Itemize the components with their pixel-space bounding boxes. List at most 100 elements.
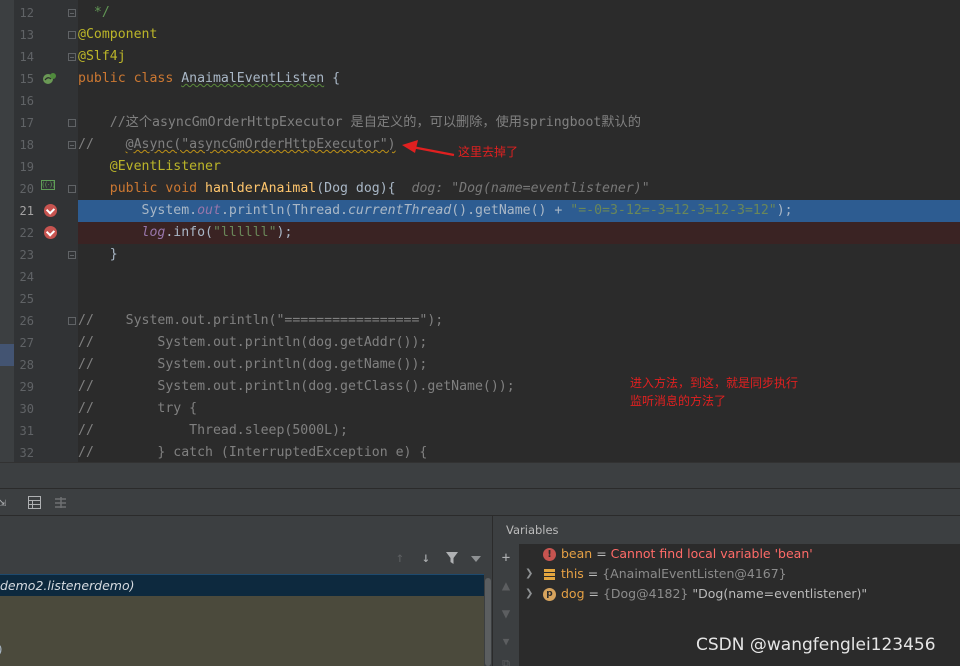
line-number: 16 (19, 94, 34, 108)
line-number: 21 (19, 204, 34, 218)
line-number: 29 (19, 380, 34, 394)
gutter-line: 16 (14, 90, 78, 112)
event-listener-icon[interactable]: ((·)) (41, 180, 55, 190)
method-name: hanlderAnaimal (205, 181, 317, 196)
gutter-line: 20 ((·)) (14, 178, 78, 200)
line-comment: //这个asyncGmOrderHttpExecutor 是自定义的，可以删除，… (109, 115, 641, 130)
inline-debug-value: dog: "Dog(name=eventlistener)" (411, 181, 650, 196)
fold-marker-icon[interactable] (68, 9, 76, 17)
variable-name: this (561, 566, 584, 581)
tool-strip-highlight (0, 344, 14, 366)
line-comment: // (78, 137, 126, 152)
previous-frame-up-icon[interactable]: ↑ (392, 550, 408, 566)
line-number: 32 (19, 446, 34, 460)
code-text: ); (276, 225, 293, 240)
red-arrow-icon (402, 140, 455, 157)
variable-row-this[interactable]: ❯ this = {AnaimalEventListen@4167} (519, 564, 960, 584)
gutter-line: 12 (14, 2, 78, 24)
gutter-line: 14 (14, 46, 78, 68)
move-up-icon[interactable]: ▲ (498, 578, 514, 594)
variables-title: Variables (493, 516, 960, 544)
annotation-slf4j: @Slf4j (78, 49, 126, 64)
fold-marker-icon[interactable] (68, 141, 76, 149)
gutter-line: 32 (14, 442, 78, 462)
code-line[interactable]: //这个asyncGmOrderHttpExecutor 是自定义的，可以删除，… (78, 112, 960, 134)
breakpoint-icon[interactable] (44, 226, 57, 239)
field-icon (544, 569, 555, 580)
static-field: out (197, 203, 221, 218)
variable-reference: {Dog@4182} (602, 586, 689, 601)
code-line[interactable]: public void hanlderAnaimal(Dog dog){ dog… (78, 178, 960, 200)
filter-icon[interactable] (445, 551, 459, 565)
code-line[interactable]: */ (78, 2, 960, 24)
code-line[interactable]: // } catch (InterruptedException e) { (78, 442, 960, 462)
fold-marker-icon[interactable] (68, 119, 76, 127)
gutter-line: 26 (14, 310, 78, 332)
annotation-component: @Component (78, 27, 158, 42)
code-line[interactable]: @Component (78, 24, 960, 46)
move-down-icon[interactable]: ▼ (498, 634, 514, 650)
line-comment: // System.out.println(dog.getName()); (78, 357, 428, 372)
fold-marker-icon[interactable] (68, 251, 76, 259)
string-literal: "llllll" (213, 225, 277, 240)
code-line[interactable]: // Thread.sleep(5000L); (78, 420, 960, 442)
error-icon: ! (543, 548, 556, 561)
breakpoint-icon[interactable] (44, 204, 57, 217)
code-line[interactable]: // System.out.println(dog.getAddr()); (78, 332, 960, 354)
frames-toolbar: ↑ ↓ (0, 516, 492, 574)
variable-row-dog[interactable]: ❯ p dog = {Dog@4182} "Dog(name=eventlist… (519, 584, 960, 604)
code-line[interactable]: @EventListener (78, 156, 960, 178)
expand-chevron-icon[interactable]: ❯ (525, 584, 535, 604)
trace-stream-icon[interactable] (54, 496, 67, 509)
line-number: 26 (19, 314, 34, 328)
frames-list[interactable]: ) (0, 596, 484, 666)
evaluate-expression-icon[interactable] (28, 496, 41, 509)
step-out-icon[interactable]: ⇲ (0, 496, 9, 509)
code-text: .println(Thread. (220, 203, 348, 218)
duplicate-watch-icon[interactable]: ⧉ (498, 656, 514, 666)
current-execution-line[interactable]: System.out.println(Thread.currentThread(… (78, 200, 960, 222)
code-line[interactable]: // try { (78, 398, 960, 420)
expand-chevron-icon[interactable]: ❯ (525, 564, 535, 584)
line-number: 22 (19, 226, 34, 240)
move-down-icon[interactable]: ▼ (498, 606, 514, 622)
line-comment: // System.out.println(dog.getAddr()); (78, 335, 428, 350)
editor-gutter[interactable]: 12 13 14 15 16 17 18 19 20 ((·)) 21 22 23… (14, 0, 78, 462)
selected-frame-row[interactable]: demo2.listenerdemo) (0, 574, 484, 596)
frames-scrollbar[interactable] (484, 574, 492, 666)
fold-marker-icon[interactable] (68, 185, 76, 193)
breakpoint-line[interactable]: log.info("llllll"); (78, 222, 960, 244)
code-text: ); (776, 203, 793, 218)
scrollbar-thumb[interactable] (485, 578, 491, 666)
code-line[interactable]: // System.out.println("=================… (78, 310, 960, 332)
fold-marker-icon[interactable] (68, 317, 76, 325)
code-line[interactable]: // System.out.println(dog.getName()); (78, 354, 960, 376)
fold-marker-icon[interactable] (68, 31, 76, 39)
gutter-line: 30 (14, 398, 78, 420)
line-number: 23 (19, 248, 34, 262)
debug-toolbar: ⇲ (0, 488, 960, 516)
variable-reference: {AnaimalEventListen@4167} (602, 566, 787, 581)
variable-row-bean[interactable]: ! bean = Cannot find local variable 'bea… (519, 544, 960, 564)
gutter-line: 17 (14, 112, 78, 134)
gutter-line: 18 (14, 134, 78, 156)
add-watch-icon[interactable]: + (498, 550, 514, 566)
spring-bean-icon[interactable] (42, 71, 57, 86)
chevron-down-icon[interactable] (471, 556, 481, 562)
gutter-line: 21 (14, 200, 78, 222)
frame-location: demo2.listenerdemo) (0, 578, 135, 593)
line-number: 14 (19, 50, 34, 64)
variable-name: bean (561, 546, 593, 561)
code-line[interactable]: } (78, 244, 960, 266)
debug-tool-window-header (0, 462, 960, 488)
code-line[interactable]: @Slf4j (78, 46, 960, 68)
code-line[interactable]: // System.out.println(dog.getClass().get… (78, 376, 960, 398)
code-line[interactable]: public class AnaimalEventListen { (78, 68, 960, 90)
variable-error-value: Cannot find local variable 'bean' (610, 546, 813, 561)
code-line[interactable]: // @Async("asyncGmOrderHttpExecutor") (78, 134, 960, 156)
log-field: log (141, 225, 166, 240)
fold-marker-icon[interactable] (68, 53, 76, 61)
code-editor[interactable]: 12 13 14 15 16 17 18 19 20 ((·)) 21 22 23… (0, 0, 960, 462)
code-text: System. (141, 203, 198, 218)
next-frame-down-icon[interactable]: ↓ (418, 550, 434, 566)
